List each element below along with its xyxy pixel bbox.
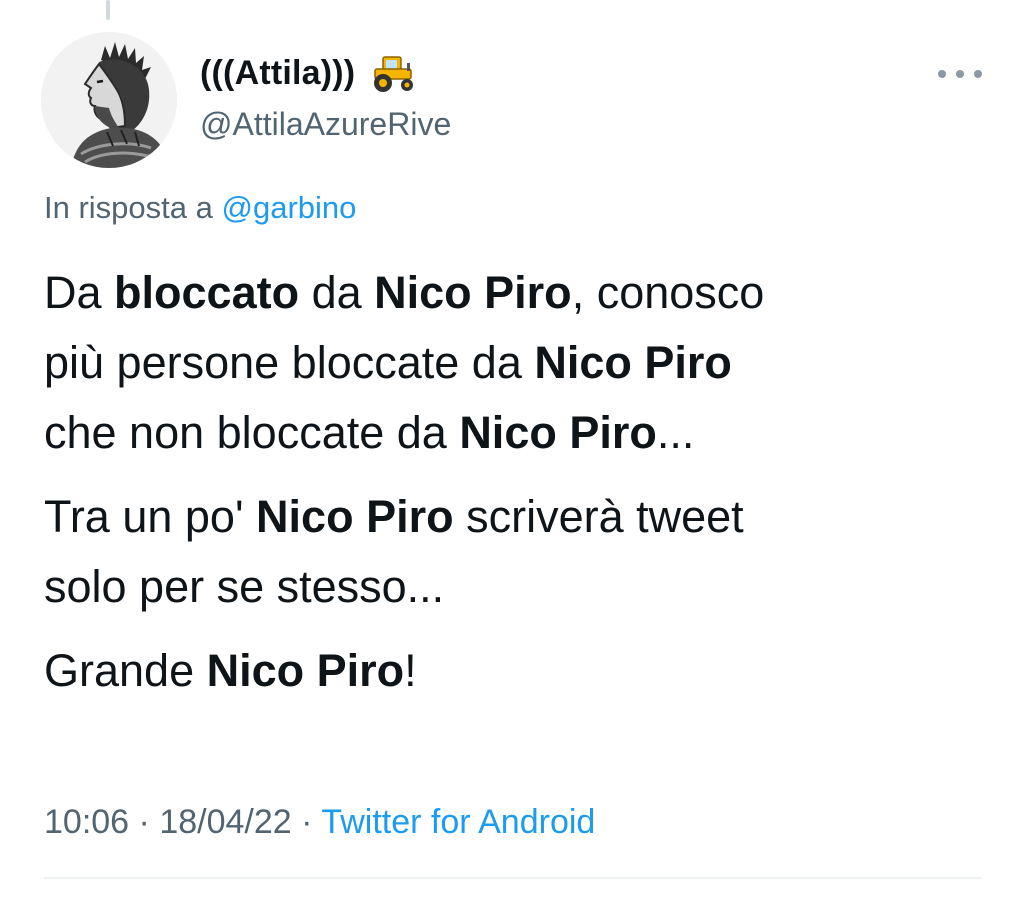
bold-text: Nico Piro: [374, 267, 572, 318]
author-display-name[interactable]: (((Attila))): [200, 54, 355, 93]
text-span: Grande: [44, 645, 207, 696]
tweet-paragraph: Da bloccato da Nico Piro, conosco più per…: [44, 258, 1004, 468]
text-span: Da: [44, 267, 115, 318]
author-handle[interactable]: @AttilaAzureRive: [200, 106, 451, 143]
tweet-date[interactable]: 18/04/22: [159, 803, 291, 841]
text-span: Tra un po': [44, 491, 257, 542]
thread-connector-line: [106, 0, 110, 20]
more-dot-icon: [974, 70, 982, 78]
bold-text: Nico Piro: [256, 491, 454, 542]
text-span: che non bloccate da: [44, 407, 460, 458]
reply-prefix: In risposta a: [44, 190, 213, 225]
text-span: più persone bloccate da: [44, 337, 535, 388]
tweet-paragraph: Tra un po' Nico Piro scriverà tweet solo …: [44, 482, 1004, 622]
meta-separator: ·: [301, 803, 313, 841]
text-span: ...: [656, 407, 695, 458]
author-display-name-row[interactable]: (((Attila))): [200, 53, 419, 93]
text-span: scriverà tweet: [453, 491, 744, 542]
reply-context: In risposta a @garbino: [44, 190, 356, 226]
tweet-time[interactable]: 10:06: [44, 803, 129, 841]
more-dot-icon: [956, 70, 964, 78]
divider: [44, 877, 982, 879]
bold-text: bloccato: [114, 267, 300, 318]
bold-text: Nico Piro: [459, 407, 657, 458]
bold-text: Nico Piro: [534, 337, 732, 388]
more-dot-icon: [938, 70, 946, 78]
tweet-paragraph: Grande Nico Piro!: [44, 636, 1004, 706]
more-options-button[interactable]: [938, 62, 982, 86]
text-span: da: [299, 267, 375, 318]
reply-mention-link[interactable]: @garbino: [222, 190, 357, 225]
tractor-icon: [374, 56, 414, 92]
bold-text: Nico Piro: [206, 645, 405, 696]
profile-engraving-image: [41, 32, 177, 168]
meta-separator: ·: [138, 803, 150, 841]
tweet-text: Da bloccato da Nico Piro, conosco più per…: [44, 258, 1004, 720]
text-span: !: [404, 645, 417, 696]
avatar[interactable]: [41, 32, 177, 168]
tweet-metadata: 10:06 · 18/04/22 · Twitter for Android: [44, 803, 595, 842]
tweet-source-link[interactable]: Twitter for Android: [321, 803, 595, 841]
text-span: solo per se stesso...: [44, 561, 445, 612]
text-span: , conosco: [571, 267, 765, 318]
